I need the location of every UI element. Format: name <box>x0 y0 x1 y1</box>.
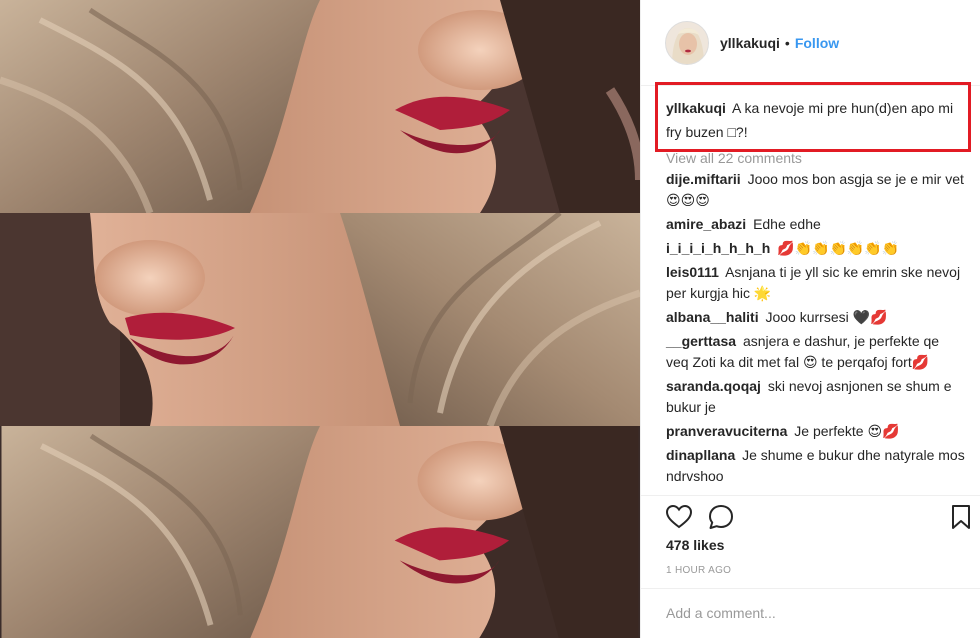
comment-item: saranda.qoqaj ski nevoj asnjonen se shum… <box>666 376 965 418</box>
comment-item: __gerttasa asnjera e dashur, je perfekte… <box>666 331 965 373</box>
caption-username[interactable]: yllkakuqi <box>666 100 726 116</box>
comment-item: i_i_i_i_h_h_h_h 💋👏👏👏👏👏👏 <box>666 238 965 259</box>
comment-username[interactable]: leis0111 <box>666 264 719 280</box>
avatar[interactable] <box>665 20 709 65</box>
comment-username[interactable]: pranveravuciterna <box>666 423 787 439</box>
comment-text: Jooo kurrsesi 🖤💋 <box>765 309 888 325</box>
post-caption: yllkakuqi A ka nevoje mi pre hun(d)en ap… <box>666 92 965 144</box>
photo-panel-middle <box>0 213 640 426</box>
comment-item: albana__haliti Jooo kurrsesi 🖤💋 <box>666 307 965 328</box>
comment-text: 💋👏👏👏👏👏👏 <box>777 240 900 256</box>
follow-button[interactable]: Follow <box>795 35 839 51</box>
add-comment-input[interactable] <box>666 605 966 621</box>
action-bar <box>641 495 980 535</box>
comment-username[interactable]: __gerttasa <box>666 333 736 349</box>
comment-item: dinapllana Je shume e bukur dhe natyrale… <box>666 445 965 487</box>
likes-count[interactable]: 478 likes <box>666 537 724 553</box>
comment-icon[interactable] <box>707 503 735 531</box>
post-photo <box>0 0 640 638</box>
header-separator: • <box>784 34 790 51</box>
comment-item: dije.miftarii Jooo mos bon asgja se je e… <box>666 169 965 211</box>
comment-username[interactable]: dije.miftarii <box>666 171 741 187</box>
comment-username[interactable]: albana__haliti <box>666 309 759 325</box>
post-header: yllkakuqi • Follow <box>641 0 980 86</box>
comment-item: leis0111 Asnjana ti je yll sic ke emrin … <box>666 262 965 304</box>
comment-username[interactable]: i_i_i_i_h_h_h_h <box>666 240 770 256</box>
comment-username[interactable]: amire_abazi <box>666 216 746 232</box>
bookmark-icon[interactable] <box>947 503 975 531</box>
view-all-comments-link[interactable]: View all 22 comments <box>666 150 965 166</box>
header-username[interactable]: yllkakuqi <box>720 35 780 51</box>
comment-username[interactable]: saranda.qoqaj <box>666 378 761 394</box>
comment-item: amire_abazi Edhe edhe <box>666 214 965 235</box>
comment-list[interactable]: yllkakuqi A ka nevoje mi pre hun(d)en ap… <box>641 92 980 494</box>
comment-username[interactable]: dinapllana <box>666 447 735 463</box>
comment-text: Je perfekte 😍💋 <box>794 423 900 439</box>
add-comment-bar <box>641 588 980 638</box>
photo-panel-top <box>0 0 640 213</box>
post-timestamp: 1 HOUR AGO <box>666 565 732 576</box>
comment-text: Edhe edhe <box>753 216 821 232</box>
photo-panel-bottom <box>0 426 640 638</box>
heart-icon[interactable] <box>665 503 693 531</box>
comment-item: pranveravuciterna Je perfekte 😍💋 <box>666 421 965 442</box>
post-sidebar: yllkakuqi • Follow yllkakuqi A ka nevoje… <box>640 0 980 638</box>
